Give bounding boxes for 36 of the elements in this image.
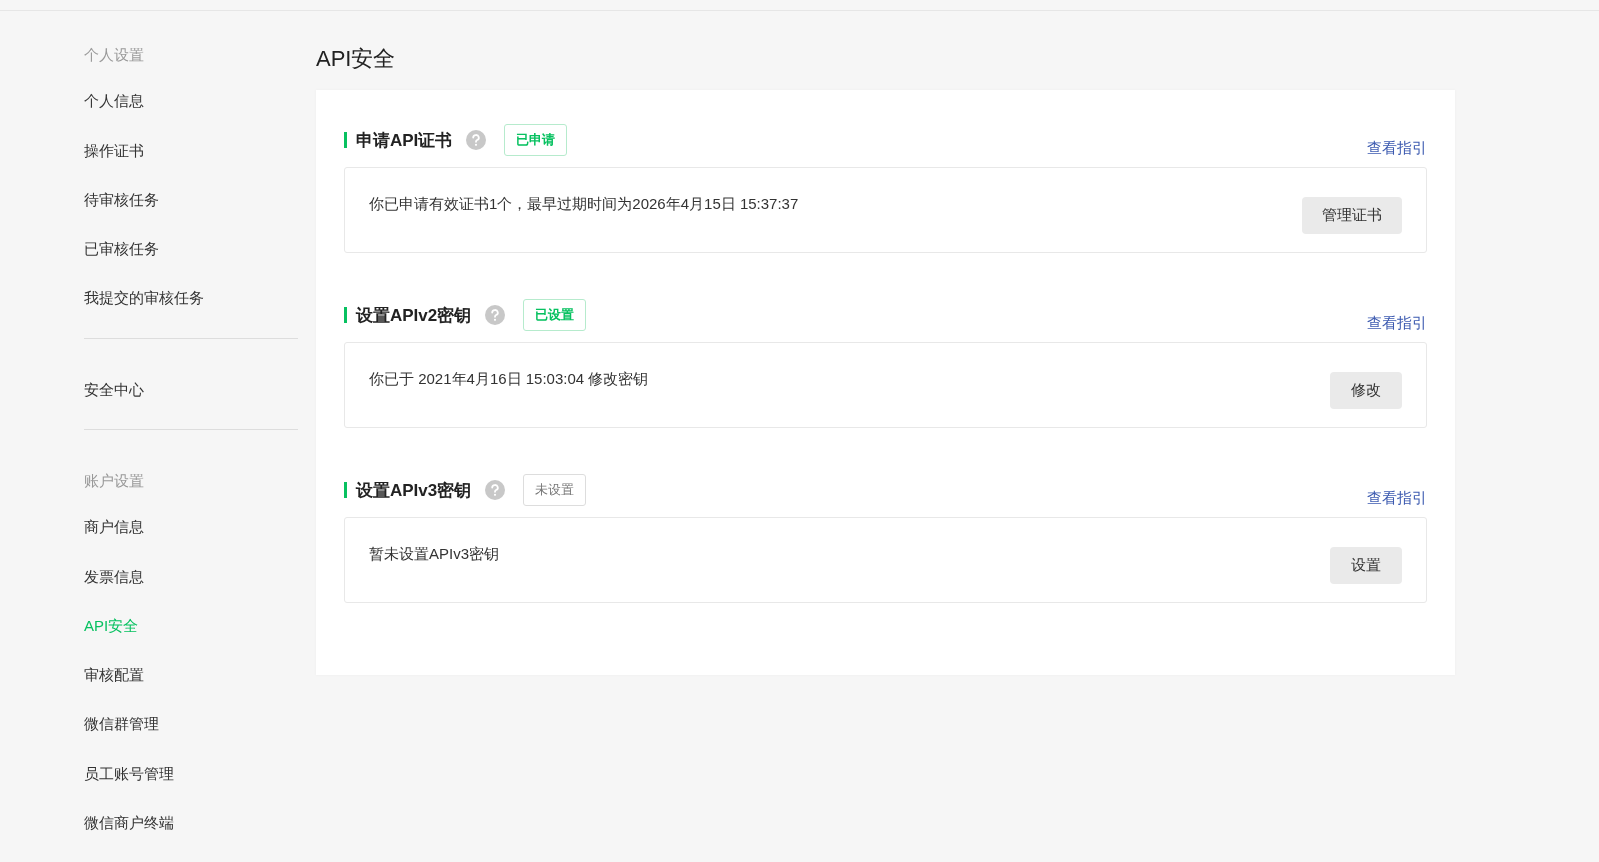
sidebar-item[interactable]: 商户信息 — [84, 517, 298, 567]
sidebar-item[interactable]: 操作证书 — [84, 140, 298, 190]
sidebar-heading: 账户设置 — [84, 470, 145, 491]
sidebar-item[interactable]: 发票信息 — [84, 566, 298, 616]
sidebar-item[interactable]: 我提交的审核任务 — [84, 288, 298, 338]
sidebar-item[interactable]: 安全中心 — [84, 379, 298, 429]
help-icon[interactable] — [485, 480, 506, 500]
status-tag: 已申请 — [504, 124, 568, 156]
info-text: 你已于 2021年4月16日 15:03:04 修改密钥 — [369, 369, 649, 389]
action-button[interactable]: 修改 — [1330, 371, 1402, 409]
action-button[interactable]: 管理证书 — [1302, 196, 1402, 234]
info-text: 暂未设置APIv3密钥 — [369, 544, 500, 564]
guide-link[interactable]: 查看指引 — [1367, 488, 1427, 508]
help-icon[interactable] — [466, 130, 487, 150]
help-icon[interactable] — [485, 305, 506, 325]
sidebar-heading: 个人设置 — [84, 45, 145, 65]
sidebar-item[interactable]: 个人信息 — [84, 91, 298, 141]
sidebar-item[interactable]: 已审核任务 — [84, 239, 298, 289]
section-title: 申请API证书 — [356, 129, 453, 152]
guide-link[interactable]: 查看指引 — [1367, 138, 1427, 158]
section-marker — [344, 132, 347, 148]
action-button[interactable]: 设置 — [1330, 546, 1402, 584]
info-text: 你已申请有效证书1个，最早过期时间为2026年4月15日 15:37:37 — [369, 194, 799, 214]
section-marker — [344, 482, 347, 498]
sidebar-item[interactable]: 待审核任务 — [84, 189, 298, 240]
sidebar-item[interactable]: 微信群管理 — [84, 714, 298, 764]
sidebar-item[interactable]: 微信商户终端 — [84, 812, 298, 862]
sidebar-item[interactable]: 员工账号管理 — [84, 763, 298, 813]
section-title: 设置APIv2密钥 — [356, 304, 472, 327]
status-tag: 未设置 — [523, 474, 587, 506]
page-title: API安全 — [316, 45, 397, 73]
section-title: 设置APIv3密钥 — [356, 479, 472, 502]
section-marker — [344, 307, 347, 323]
guide-link[interactable]: 查看指引 — [1367, 313, 1427, 333]
status-tag: 已设置 — [523, 299, 587, 331]
sidebar-item[interactable]: 审核配置 — [84, 665, 298, 715]
